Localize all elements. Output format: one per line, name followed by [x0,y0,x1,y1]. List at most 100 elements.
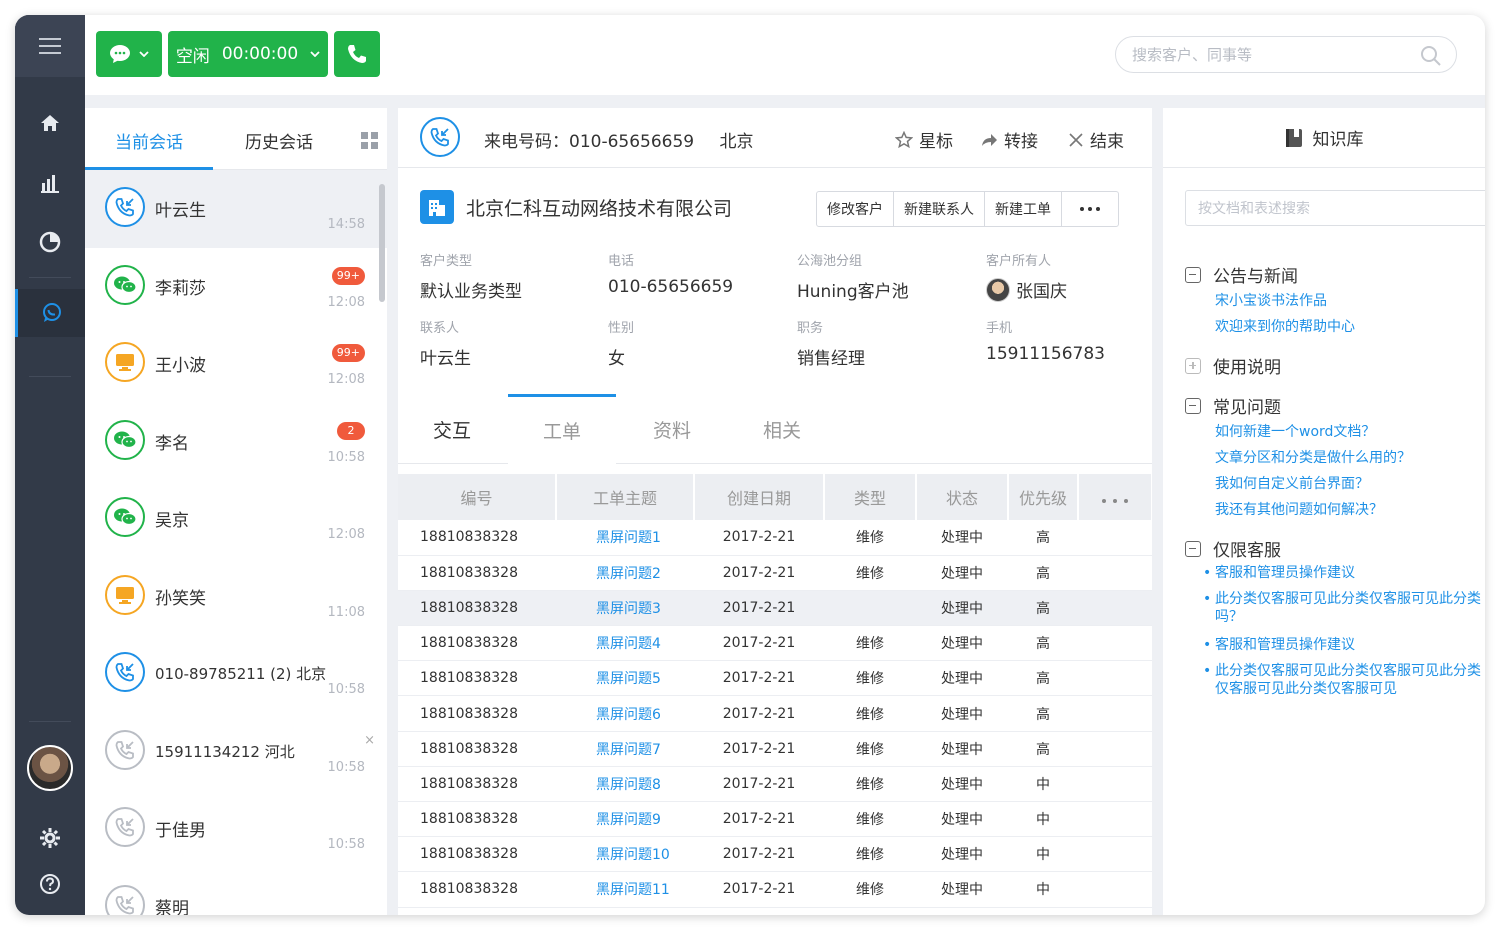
sidebar-item-home[interactable] [15,99,85,147]
forward-arrow-icon [982,133,997,146]
app-window: 空闲 00:00:00 搜索客户、同事等 当前会话 历史会话 叶云生 14:58 李… [15,15,1485,915]
avatar[interactable] [27,745,73,791]
table-row[interactable]: 18810838328 黑屏问题1 2017-2-21 维修 处理中高 [398,520,1152,556]
collapse-icon[interactable] [1185,266,1201,283]
kb-link[interactable]: 我还有其他问题如何解决？ [1215,499,1383,519]
ticket-subject-link[interactable]: 黑屏问题2 [556,555,694,591]
list-item[interactable]: 孙笑笑 11:08 [85,558,387,636]
tab-info[interactable]: 资料 [618,394,726,464]
kb-link[interactable]: 客服和管理员操作建议 [1203,564,1475,582]
sidebar-item-stats[interactable] [15,218,85,266]
column-header[interactable]: 创建日期 [694,474,825,520]
dial-button[interactable] [334,31,380,77]
tab-tickets[interactable]: 工单 [508,394,616,464]
ticket-subject-link[interactable]: 黑屏问题4 [556,625,694,662]
collapse-icon[interactable] [1185,397,1201,414]
edit-customer-button[interactable]: 修改客户 [817,192,894,226]
ticket-subject-link[interactable]: 黑屏问题5 [556,660,694,697]
tab-related[interactable]: 相关 [728,394,836,464]
kb-section-agents-only[interactable]: 仅限客服 [1185,536,1281,561]
ticket-subject-link[interactable]: 黑屏问题1 [556,520,694,556]
top-bar: 空闲 00:00:00 搜索客户、同事等 [85,15,1485,95]
sidebar-item-help[interactable] [15,860,85,908]
agent-status-button[interactable]: 空闲 00:00:00 [168,31,328,77]
tab-history-conversations[interactable]: 历史会话 [245,128,313,153]
kb-link[interactable]: 客服和管理员操作建议 [1203,636,1475,654]
column-header[interactable]: 状态 [916,474,1009,520]
list-item[interactable]: 李名 10:58 2 [85,403,387,481]
ticket-subject-link[interactable]: 黑屏问题11 [556,871,694,908]
kb-link[interactable]: 欢迎来到你的帮助中心 [1215,316,1355,336]
kb-link[interactable]: 宋小宝谈书法作品 [1215,290,1327,310]
table-cell [1078,801,1152,838]
sidebar-item-chat[interactable] [15,289,85,337]
column-header[interactable]: 工单主题 [556,474,695,520]
new-contact-button[interactable]: 新建联系人 [894,192,985,226]
sidebar-item-settings[interactable] [15,814,85,862]
table-row[interactable]: 18810838328 黑屏问题11 2017-2-21 维修 处理中中 [398,871,1152,908]
table-row[interactable]: 18810838328 黑屏问题8 2017-2-21 维修 处理中中 [398,766,1152,803]
ticket-subject-link[interactable]: 黑屏问题3 [556,590,694,627]
list-item[interactable]: 吴京 12:08 [85,480,387,558]
kb-link[interactable]: 如何新建一个word文档？ [1215,421,1375,441]
table-cell [1078,625,1152,662]
home-icon [41,115,59,131]
list-item[interactable]: 叶云生 14:58 [85,170,387,248]
tab-interaction[interactable]: 交互 [398,394,506,464]
new-ticket-button[interactable]: 新建工单 [985,192,1062,226]
ticket-subject-link[interactable]: 黑屏问题10 [556,836,694,873]
search-icon[interactable] [1420,45,1442,67]
kb-section-usage[interactable]: 使用说明 [1185,353,1281,378]
table-row[interactable]: 18810838328 黑屏问题6 2017-2-21 维修 处理中高 [398,695,1152,732]
list-item[interactable]: 15911134212 河北 10:58 × [85,713,387,791]
list-item[interactable]: 王小波 12:08 99+ [85,325,387,403]
table-row[interactable]: 18810838328 黑屏问题5 2017-2-21 维修 处理中高 [398,660,1152,697]
ticket-subject-link[interactable]: 黑屏问题6 [556,695,694,732]
kb-section-announcements[interactable]: 公告与新闻 [1185,262,1298,287]
menu-button[interactable] [15,15,85,77]
hamburger-icon [39,38,61,54]
column-options-button[interactable] [1078,474,1152,520]
list-item[interactable]: 010-89785211 (2) 北京 10:58 [85,635,387,713]
conversation-scrollbar[interactable] [379,184,385,302]
kb-link[interactable]: 此分类仅客服可见此分类仅客服可见此分类仅客服可见此分类仅客服可见 [1203,662,1483,698]
close-conversation-button[interactable]: × [364,733,375,748]
table-row[interactable]: 18810838328 黑屏问题4 2017-2-21 维修 处理中高 [398,625,1152,662]
column-header[interactable]: 编号 [398,474,557,520]
list-item[interactable]: 李莉莎 12:08 99+ [85,248,387,326]
table-row[interactable]: 18810838328 黑屏问题3 2017-2-21 处理中高 [398,590,1152,627]
grid-icon[interactable] [361,132,379,150]
knowledge-search-input[interactable]: 按文档和表述搜索 [1185,190,1485,226]
message-menu-button[interactable] [96,31,162,77]
tab-current-conversations[interactable]: 当前会话 [115,128,183,153]
ticket-subject-link[interactable]: 黑屏问题9 [556,801,694,838]
pie-chart-icon [39,231,61,253]
column-header[interactable]: 类型 [824,474,917,520]
kb-section-faq[interactable]: 常见问题 [1185,393,1281,418]
table-row[interactable]: 18810838328 黑屏问题7 2017-2-21 维修 处理中高 [398,731,1152,767]
table-row[interactable]: 18810838328 黑屏问题9 2017-2-21 维修 处理中中 [398,801,1152,838]
kb-link[interactable]: 我如何自定义前台界面？ [1215,473,1369,493]
kb-link[interactable]: 文章分区和分类是做什么用的？ [1215,447,1411,467]
collapse-icon[interactable] [1185,540,1201,557]
sidebar-item-reports[interactable] [15,159,85,207]
list-item[interactable]: 于佳男 10:58 [85,790,387,868]
transfer-button[interactable]: 转接 [980,127,1038,152]
star-button[interactable]: 星标 [895,127,953,152]
kb-link[interactable]: 此分类仅客服可见此分类仅客服可见此分类吗？ [1203,590,1483,626]
ticket-subject-link[interactable]: 黑屏问题8 [556,766,694,803]
company-header: 北京仁科互动网络技术有限公司 [420,190,732,224]
table-row[interactable]: 18810838328 黑屏问题10 2017-2-21 维修 处理中中 [398,836,1152,873]
chat-bubble-icon [42,303,61,322]
monitor-icon [105,574,145,615]
list-item[interactable]: 蔡明 [85,868,387,915]
table-row[interactable]: 18810838328 黑屏问题2 2017-2-21 维修 处理中高 [398,555,1152,591]
expand-icon[interactable] [1185,357,1201,374]
end-call-button[interactable]: 结束 [1068,127,1124,152]
global-search-input[interactable]: 搜索客户、同事等 [1115,36,1457,73]
column-header[interactable]: 优先级 [1008,474,1079,520]
ticket-subject-link[interactable]: 黑屏问题7 [556,731,694,767]
phone-incoming-icon [430,128,449,147]
more-actions-button[interactable] [1062,192,1118,226]
field-value: 叶云生 [420,349,471,369]
